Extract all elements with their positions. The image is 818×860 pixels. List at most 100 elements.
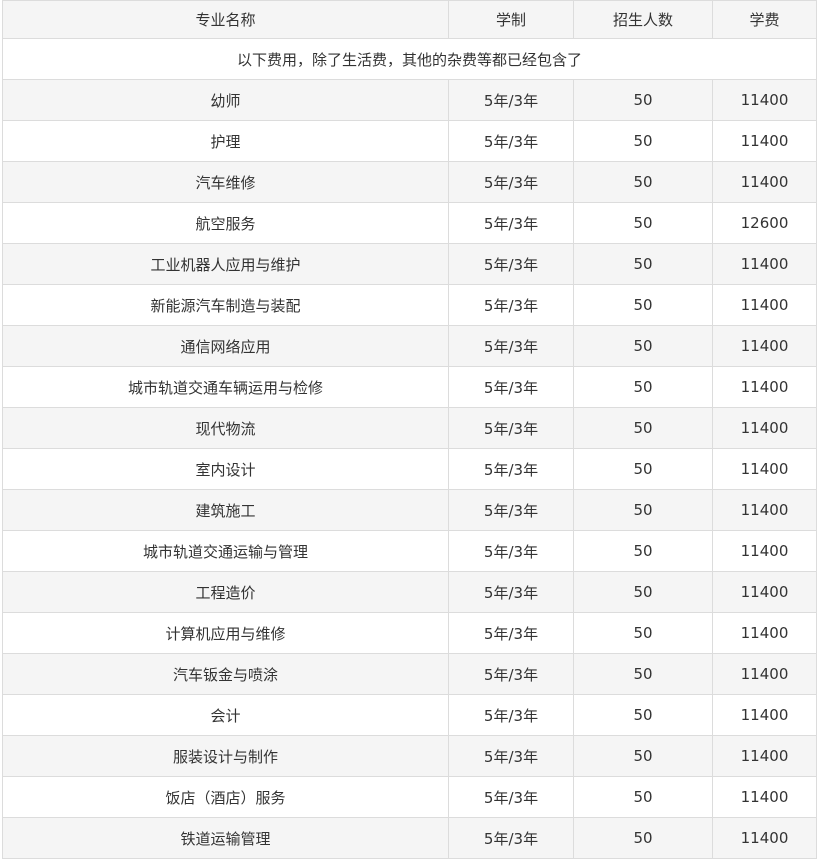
tuition-cell: 11400	[712, 366, 817, 408]
enrollment-cell: 50	[573, 571, 713, 613]
enrollment-cell: 50	[573, 120, 713, 162]
table-row: 城市轨道交通车辆运用与检修 5年/3年 50 11400	[2, 366, 817, 408]
major-name-cell: 服装设计与制作	[2, 735, 449, 777]
enrollment-cell: 50	[573, 653, 713, 695]
tuition-cell: 11400	[712, 571, 817, 613]
enrollment-cell: 50	[573, 284, 713, 326]
header-row: 专业名称 学制 招生人数 学费	[2, 0, 817, 39]
major-name-cell: 新能源汽车制造与装配	[2, 284, 449, 326]
major-name-cell: 工程造价	[2, 571, 449, 613]
enrollment-cell: 50	[573, 817, 713, 859]
tuition-cell: 11400	[712, 325, 817, 367]
duration-cell: 5年/3年	[448, 202, 574, 244]
major-name-cell: 通信网络应用	[2, 325, 449, 367]
table-row: 工程造价 5年/3年 50 11400	[2, 571, 817, 613]
tuition-cell: 11400	[712, 243, 817, 285]
tuition-cell: 11400	[712, 694, 817, 736]
tuition-cell: 11400	[712, 489, 817, 531]
table-row: 铁道运输管理 5年/3年 50 11400	[2, 817, 817, 859]
major-name-cell: 汽车维修	[2, 161, 449, 203]
table-row: 会计 5年/3年 50 11400	[2, 694, 817, 736]
duration-cell: 5年/3年	[448, 448, 574, 490]
duration-cell: 5年/3年	[448, 284, 574, 326]
table-row: 护理 5年/3年 50 11400	[2, 120, 817, 162]
enrollment-cell: 50	[573, 735, 713, 777]
major-name-cell: 室内设计	[2, 448, 449, 490]
table-row: 现代物流 5年/3年 50 11400	[2, 407, 817, 449]
table-row: 通信网络应用 5年/3年 50 11400	[2, 325, 817, 367]
table-row: 服装设计与制作 5年/3年 50 11400	[2, 735, 817, 777]
duration-cell: 5年/3年	[448, 120, 574, 162]
duration-cell: 5年/3年	[448, 612, 574, 654]
header-tuition: 学费	[712, 0, 817, 39]
major-name-cell: 现代物流	[2, 407, 449, 449]
enrollment-cell: 50	[573, 325, 713, 367]
header-enrollment: 招生人数	[573, 0, 713, 39]
tuition-cell: 11400	[712, 776, 817, 818]
duration-cell: 5年/3年	[448, 530, 574, 572]
tuition-cell: 11400	[712, 612, 817, 654]
duration-cell: 5年/3年	[448, 571, 574, 613]
duration-cell: 5年/3年	[448, 407, 574, 449]
major-name-cell: 汽车钣金与喷涂	[2, 653, 449, 695]
enrollment-cell: 50	[573, 489, 713, 531]
table-row: 计算机应用与维修 5年/3年 50 11400	[2, 612, 817, 654]
tuition-cell: 11400	[712, 530, 817, 572]
enrollment-cell: 50	[573, 694, 713, 736]
duration-cell: 5年/3年	[448, 735, 574, 777]
table-row: 工业机器人应用与维护 5年/3年 50 11400	[2, 243, 817, 285]
tuition-cell: 11400	[712, 817, 817, 859]
table-row: 城市轨道交通运输与管理 5年/3年 50 11400	[2, 530, 817, 572]
enrollment-cell: 50	[573, 79, 713, 121]
tuition-cell: 11400	[712, 284, 817, 326]
major-name-cell: 计算机应用与维修	[2, 612, 449, 654]
major-name-cell: 护理	[2, 120, 449, 162]
table-row: 新能源汽车制造与装配 5年/3年 50 11400	[2, 284, 817, 326]
enrollment-cell: 50	[573, 776, 713, 818]
duration-cell: 5年/3年	[448, 243, 574, 285]
enrollment-cell: 50	[573, 448, 713, 490]
table-row: 室内设计 5年/3年 50 11400	[2, 448, 817, 490]
duration-cell: 5年/3年	[448, 489, 574, 531]
tuition-cell: 11400	[712, 161, 817, 203]
duration-cell: 5年/3年	[448, 776, 574, 818]
enrollment-cell: 50	[573, 202, 713, 244]
enrollment-cell: 50	[573, 243, 713, 285]
tuition-cell: 11400	[712, 735, 817, 777]
duration-cell: 5年/3年	[448, 366, 574, 408]
enrollment-cell: 50	[573, 407, 713, 449]
tuition-cell: 11400	[712, 653, 817, 695]
duration-cell: 5年/3年	[448, 79, 574, 121]
tuition-cell: 11400	[712, 120, 817, 162]
major-name-cell: 航空服务	[2, 202, 449, 244]
header-major: 专业名称	[2, 0, 449, 39]
major-name-cell: 铁道运输管理	[2, 817, 449, 859]
major-name-cell: 饭店（酒店）服务	[2, 776, 449, 818]
tuition-table: 专业名称 学制 招生人数 学费 以下费用，除了生活费，其他的杂费等都已经包含了 …	[2, 0, 817, 859]
enrollment-cell: 50	[573, 161, 713, 203]
table-row: 汽车钣金与喷涂 5年/3年 50 11400	[2, 653, 817, 695]
tuition-cell: 11400	[712, 407, 817, 449]
tuition-cell: 11400	[712, 79, 817, 121]
fee-note-row: 以下费用，除了生活费，其他的杂费等都已经包含了	[2, 38, 817, 80]
major-name-cell: 会计	[2, 694, 449, 736]
major-name-cell: 幼师	[2, 79, 449, 121]
duration-cell: 5年/3年	[448, 694, 574, 736]
duration-cell: 5年/3年	[448, 325, 574, 367]
major-name-cell: 城市轨道交通车辆运用与检修	[2, 366, 449, 408]
duration-cell: 5年/3年	[448, 817, 574, 859]
tuition-cell: 11400	[712, 448, 817, 490]
table-row: 航空服务 5年/3年 50 12600	[2, 202, 817, 244]
fee-note: 以下费用，除了生活费，其他的杂费等都已经包含了	[2, 38, 817, 80]
major-name-cell: 工业机器人应用与维护	[2, 243, 449, 285]
duration-cell: 5年/3年	[448, 161, 574, 203]
enrollment-cell: 50	[573, 530, 713, 572]
enrollment-cell: 50	[573, 612, 713, 654]
table-row: 建筑施工 5年/3年 50 11400	[2, 489, 817, 531]
major-name-cell: 城市轨道交通运输与管理	[2, 530, 449, 572]
duration-cell: 5年/3年	[448, 653, 574, 695]
header-duration: 学制	[448, 0, 574, 39]
major-name-cell: 建筑施工	[2, 489, 449, 531]
table-row: 饭店（酒店）服务 5年/3年 50 11400	[2, 776, 817, 818]
table-row: 汽车维修 5年/3年 50 11400	[2, 161, 817, 203]
